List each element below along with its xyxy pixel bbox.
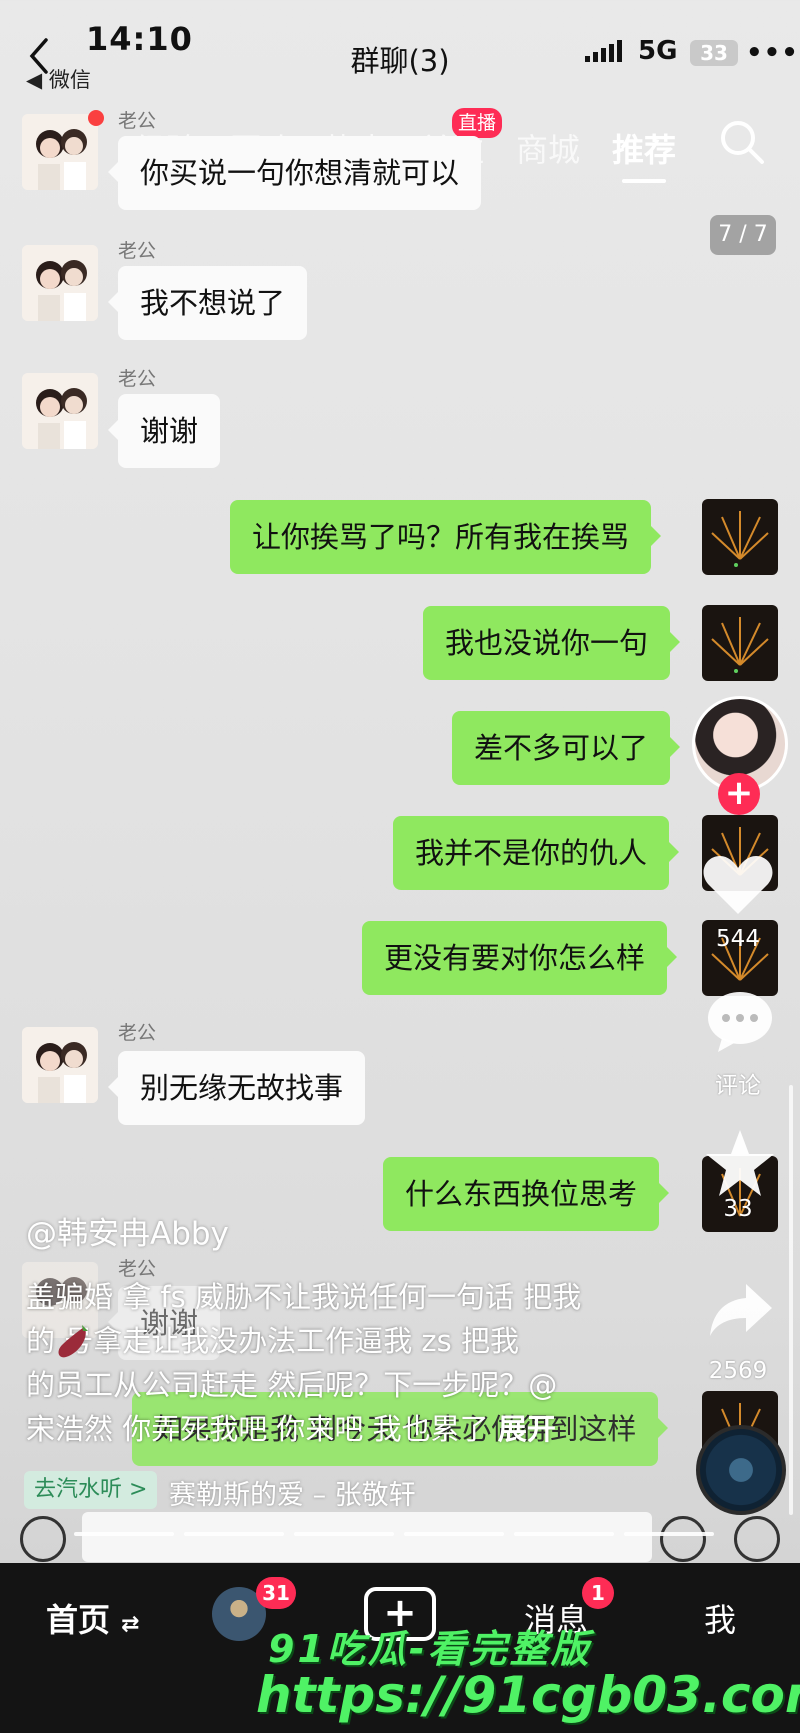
- sender-name: 老公: [118, 110, 157, 132]
- status-bar: 14:10 ◀ 微信 群聊(3) 5G 33 •••: [0, 0, 800, 100]
- sender-name: 老公: [118, 240, 157, 262]
- message-bubble[interactable]: 什么东西换位思考: [383, 1157, 670, 1231]
- live-badge[interactable]: 直播: [452, 108, 502, 138]
- favorite-count: 33: [723, 1196, 753, 1222]
- like-count: 544: [716, 926, 760, 952]
- avatar[interactable]: [702, 605, 778, 681]
- tab-mall[interactable]: 商城: [516, 125, 580, 171]
- avatar[interactable]: [22, 1027, 98, 1103]
- voice-input-icon[interactable]: [20, 1516, 66, 1562]
- share-icon[interactable]: [708, 1282, 774, 1338]
- caption-line: 宋浩然 你弄死我吧 你来吧 我也累了: [26, 1412, 489, 1446]
- emoji-icon[interactable]: [660, 1516, 706, 1562]
- follow-plus-icon[interactable]: +: [718, 773, 760, 815]
- expand-caption-link[interactable]: 展开: [498, 1412, 556, 1446]
- message-bubble[interactable]: 谢谢: [107, 394, 221, 468]
- caption-line: 的 号拿走让我没办法工作逼我 zs 把我: [26, 1324, 519, 1358]
- couple-avatar-icon: [22, 1027, 98, 1103]
- avatar[interactable]: [22, 373, 98, 449]
- avatar[interactable]: [22, 114, 98, 190]
- chat-input-bar: [0, 1500, 800, 1562]
- message-bubble[interactable]: 更没有要对你怎么样: [362, 921, 678, 995]
- switch-icon: ⇄: [121, 1612, 140, 1637]
- sender-name: 老公: [118, 368, 157, 390]
- message-bubble[interactable]: 别无缘无故找事: [107, 1051, 366, 1125]
- comment-label: 评论: [715, 1073, 761, 1099]
- fireworks-avatar-icon: [702, 499, 778, 575]
- nav-me[interactable]: 我: [704, 1595, 736, 1641]
- avatar[interactable]: [22, 245, 98, 321]
- heart-icon[interactable]: [700, 852, 776, 918]
- couple-avatar-icon: [22, 245, 98, 321]
- scrollbar[interactable]: [789, 1085, 793, 1515]
- image-progress: [74, 1532, 714, 1536]
- message-bubble[interactable]: 差不多可以了: [452, 711, 681, 785]
- eggplant-emoji-icon: [58, 1325, 88, 1358]
- battery-icon: 33: [690, 40, 738, 66]
- message-bubble[interactable]: 我并不是你的仇人: [393, 816, 680, 890]
- caption-line: 的员工从公司赶走 然后呢？下一步呢？@: [26, 1368, 558, 1402]
- message-bubble[interactable]: 你买说一句你想清就可以: [107, 136, 482, 210]
- signal-icon: [585, 40, 622, 62]
- message-bubble[interactable]: 我也没说你一句: [423, 606, 681, 680]
- unread-dot: [88, 110, 104, 126]
- avatar[interactable]: [702, 499, 778, 575]
- watermark-url: https://91cgb03.com: [256, 1666, 800, 1724]
- network-type: 5G: [638, 36, 678, 66]
- more-icon[interactable]: •••: [746, 38, 799, 68]
- nav-home-label: 首页: [46, 1601, 111, 1639]
- add-attachment-icon[interactable]: [734, 1516, 780, 1562]
- couple-avatar-icon: [22, 114, 98, 190]
- comment-icon[interactable]: [706, 990, 774, 1054]
- caption-line: 盖骗婚 拿 fs 威胁不让我说任何一句话 把我: [26, 1280, 582, 1314]
- message-bubble[interactable]: 让你挨骂了吗？所有我在挨骂: [230, 500, 662, 574]
- search-icon[interactable]: [718, 118, 766, 166]
- nav-home[interactable]: 首页 ⇄: [46, 1595, 140, 1641]
- share-count: 2569: [708, 1358, 768, 1384]
- image-page-counter: 7 / 7: [710, 215, 776, 255]
- message-input[interactable]: [82, 1512, 652, 1562]
- messages-badge: 1: [582, 1577, 614, 1609]
- chat-title: 群聊(3): [350, 44, 450, 78]
- friends-badge: 31: [256, 1577, 296, 1609]
- fireworks-avatar-icon: [702, 605, 778, 681]
- active-tab-indicator: [622, 179, 666, 183]
- author-handle[interactable]: @韩安冉Abby: [26, 1208, 229, 1253]
- couple-avatar-icon: [22, 373, 98, 449]
- video-caption[interactable]: 盖骗婚 拿 fs 威胁不让我说任何一句话 把我 的 号拿走让我没办法工作逼我 z…: [26, 1275, 616, 1451]
- message-bubble[interactable]: 我不想说了: [107, 266, 308, 340]
- tab-recommend[interactable]: 推荐: [612, 125, 676, 171]
- sender-name: 老公: [118, 1022, 157, 1044]
- star-icon[interactable]: [704, 1128, 776, 1198]
- watermark-text: 91吃瓜-看完整版: [268, 1627, 592, 1671]
